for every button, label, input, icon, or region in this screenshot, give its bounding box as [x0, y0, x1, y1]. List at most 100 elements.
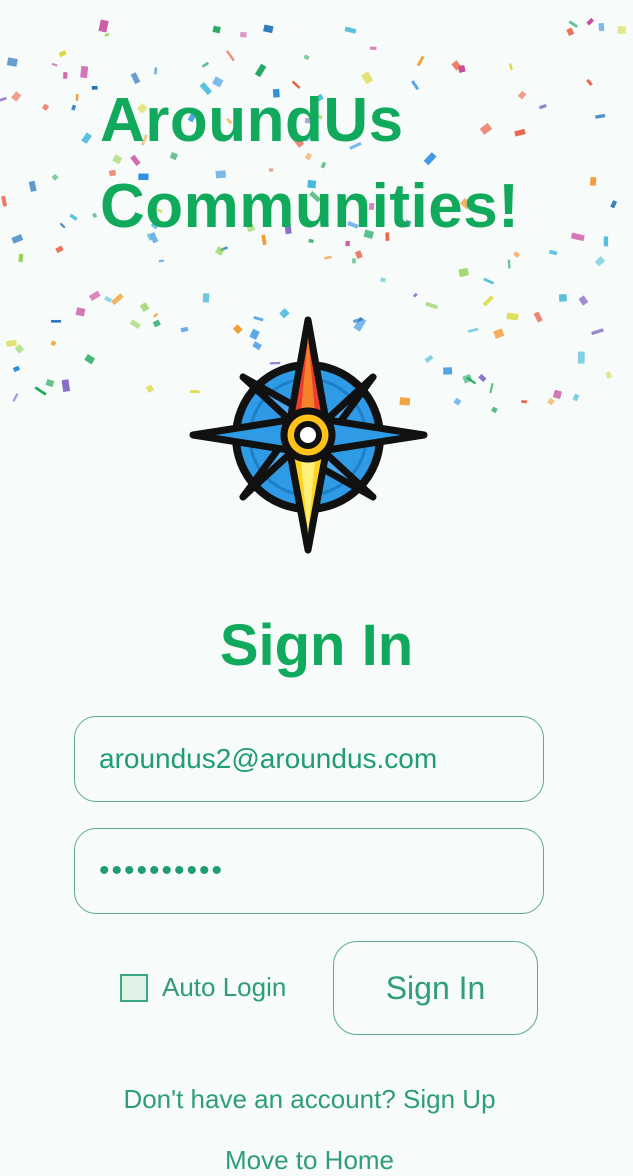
- confetti-piece: [568, 20, 578, 28]
- confetti-piece: [254, 63, 267, 78]
- confetti-piece: [225, 50, 235, 62]
- confetti-piece: [617, 26, 626, 34]
- confetti-piece: [145, 384, 155, 393]
- confetti-piece: [0, 96, 7, 103]
- confetti-piece: [594, 256, 606, 267]
- confetti-piece: [81, 132, 92, 144]
- confetti-piece: [91, 212, 98, 219]
- confetti-piece: [533, 311, 543, 323]
- confetti-piece: [443, 367, 453, 375]
- confetti-piece: [610, 200, 618, 209]
- confetti-piece: [84, 354, 96, 365]
- confetti-piece: [12, 393, 19, 402]
- confetti-piece: [61, 379, 71, 392]
- confetti-piece: [538, 104, 547, 110]
- confetti-piece: [467, 327, 479, 333]
- confetti-piece: [595, 113, 606, 119]
- confetti-piece: [6, 57, 18, 67]
- confetti-piece: [75, 93, 79, 101]
- confetti-piece: [425, 301, 439, 310]
- confetti-piece: [352, 258, 356, 264]
- confetti-piece: [493, 328, 505, 339]
- confetti-piece: [212, 25, 221, 34]
- confetti-piece: [506, 312, 519, 321]
- confetti-piece: [152, 319, 161, 328]
- confetti-piece: [598, 23, 605, 32]
- confetti-piece: [202, 293, 210, 303]
- confetti-piece: [58, 50, 67, 58]
- confetti-piece: [570, 232, 585, 242]
- confetti-piece: [51, 62, 58, 67]
- confetti-piece: [552, 389, 563, 400]
- confetti-piece: [59, 222, 66, 229]
- confetti-piece: [380, 277, 386, 283]
- confetti-piece: [566, 27, 575, 37]
- app-title: AroundUs Communities!: [100, 78, 519, 250]
- app-title-line-1: AroundUs: [100, 86, 404, 155]
- confetti-piece: [139, 302, 150, 313]
- confetti-piece: [69, 213, 78, 221]
- app-title-line-2: Communities!: [100, 172, 520, 241]
- confetti-piece: [482, 295, 494, 307]
- confetti-piece: [63, 72, 68, 79]
- auto-login-option[interactable]: Auto Login: [120, 972, 286, 1003]
- confetti-piece: [416, 55, 425, 67]
- confetti-piece: [55, 245, 64, 254]
- confetti-piece: [12, 365, 21, 373]
- confetti-piece: [578, 295, 589, 306]
- sign-in-button[interactable]: Sign In: [333, 941, 538, 1035]
- confetti-piece: [28, 180, 37, 192]
- confetti-piece: [577, 351, 585, 364]
- compass-icon: [189, 316, 428, 554]
- confetti-piece: [491, 406, 498, 414]
- confetti-piece: [5, 339, 17, 347]
- confetti-piece: [88, 290, 101, 302]
- confetti-piece: [412, 292, 418, 298]
- confetti-piece: [11, 234, 24, 244]
- confetti-piece: [50, 340, 57, 347]
- confetti-piece: [201, 61, 210, 68]
- email-field[interactable]: [74, 716, 544, 802]
- password-input[interactable]: [75, 829, 543, 913]
- confetti-piece: [478, 373, 487, 383]
- confetti-piece: [303, 54, 310, 61]
- confetti-piece: [45, 378, 55, 388]
- confetti-piece: [354, 250, 363, 259]
- confetti-piece: [369, 46, 377, 51]
- confetti-piece: [591, 328, 604, 336]
- confetti-piece: [521, 400, 528, 404]
- confetti-piece: [91, 85, 98, 90]
- confetti-piece: [547, 397, 555, 406]
- confetti-piece: [41, 103, 50, 111]
- confetti-piece: [111, 293, 124, 306]
- password-field[interactable]: [74, 828, 544, 914]
- email-input[interactable]: [75, 717, 543, 801]
- confetti-piece: [344, 26, 357, 34]
- confetti-piece: [586, 17, 594, 26]
- confetti-piece: [324, 255, 332, 260]
- sign-in-heading: Sign In: [219, 613, 414, 678]
- confetti-piece: [558, 293, 567, 302]
- confetti-piece: [80, 65, 89, 79]
- sign-up-link[interactable]: Don't have an account? Sign Up: [0, 1084, 619, 1115]
- confetti-piece: [51, 319, 62, 323]
- auto-login-checkbox[interactable]: [120, 973, 148, 1002]
- move-to-home-link[interactable]: Move to Home: [0, 1145, 619, 1176]
- confetti-piece: [98, 19, 109, 33]
- auto-login-label: Auto Login: [162, 972, 287, 1002]
- confetti-piece: [483, 277, 495, 285]
- confetti-piece: [11, 91, 22, 102]
- confetti-piece: [513, 251, 521, 258]
- confetti-piece: [603, 236, 609, 247]
- confetti-piece: [71, 104, 77, 111]
- confetti-piece: [1, 195, 8, 207]
- confetti-piece: [589, 176, 597, 186]
- confetti-piece: [549, 249, 558, 256]
- confetti-piece: [605, 371, 613, 379]
- confetti-piece: [75, 307, 86, 317]
- confetti-piece: [34, 386, 47, 396]
- confetti-piece: [129, 319, 141, 329]
- confetti-piece: [154, 67, 158, 75]
- confetti-piece: [507, 259, 511, 269]
- confetti-piece: [508, 63, 513, 71]
